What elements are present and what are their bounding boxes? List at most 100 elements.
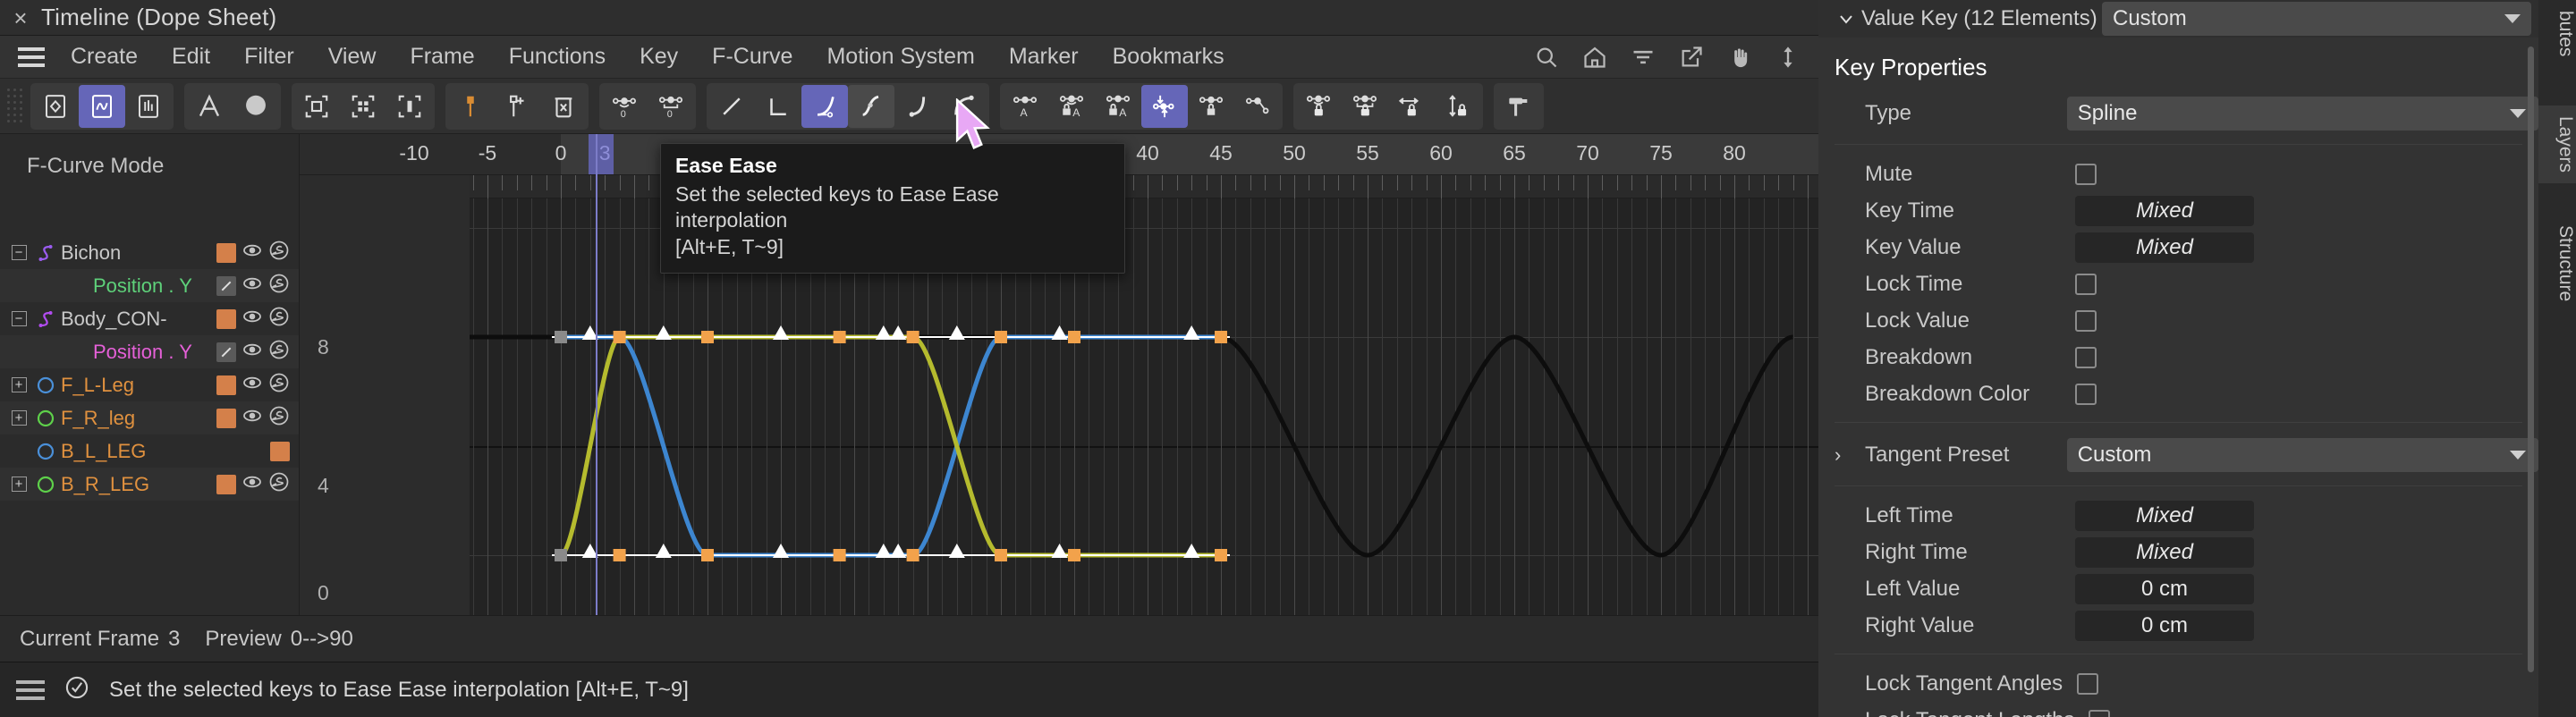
- color-swatch[interactable]: [270, 441, 290, 461]
- solo-icon[interactable]: [268, 339, 290, 365]
- zero-tangent-angle-button[interactable]: 0: [601, 85, 648, 128]
- menu-fcurve[interactable]: F-Curve: [695, 44, 809, 70]
- fit-vertical-icon[interactable]: [1775, 45, 1801, 70]
- home-icon[interactable]: [1582, 45, 1607, 70]
- close-icon[interactable]: ×: [0, 6, 41, 30]
- pen-swatch-icon[interactable]: [216, 342, 236, 362]
- auto-tangent-button[interactable]: A: [1002, 85, 1048, 128]
- track-row[interactable]: − Bichon: [0, 236, 299, 269]
- right-time-field[interactable]: Mixed: [2075, 537, 2254, 568]
- chevron-down-icon[interactable]: [1831, 8, 1861, 30]
- track-row[interactable]: Position . Y: [0, 335, 299, 368]
- color-swatch[interactable]: [216, 474, 236, 494]
- hand-icon[interactable]: [1727, 45, 1752, 70]
- solo-icon[interactable]: [268, 306, 290, 332]
- menu-view[interactable]: View: [311, 44, 394, 70]
- select-all-button[interactable]: [293, 85, 340, 128]
- color-swatch[interactable]: [216, 308, 236, 329]
- object-mode-button[interactable]: [233, 85, 279, 128]
- smooth-button[interactable]: [941, 85, 987, 128]
- preview-range[interactable]: 0-->90: [291, 627, 353, 652]
- menu-marker[interactable]: Marker: [992, 44, 1096, 70]
- expander-icon[interactable]: +: [7, 377, 30, 392]
- key-time-field[interactable]: Mixed: [2075, 196, 2254, 226]
- tangent-preset-dropdown[interactable]: Custom: [2066, 438, 2538, 472]
- expander-icon[interactable]: −: [7, 311, 30, 326]
- search-icon[interactable]: [1534, 45, 1559, 70]
- color-swatch[interactable]: [216, 242, 236, 263]
- zero-tangent-length-button[interactable]: 0: [648, 85, 694, 128]
- lock-horizontal-button[interactable]: [1388, 85, 1435, 128]
- lock-value-checkbox[interactable]: [2075, 310, 2097, 332]
- message-menu-icon[interactable]: [16, 679, 45, 700]
- properties-scrollbar[interactable]: [2528, 46, 2534, 672]
- breakdown-checkbox[interactable]: [2075, 347, 2097, 368]
- eye-icon[interactable]: [242, 240, 263, 266]
- eye-icon[interactable]: [242, 273, 263, 299]
- value-key-preset-dropdown[interactable]: Custom: [2102, 2, 2531, 36]
- break-tangent-button[interactable]: [1234, 85, 1281, 128]
- right-value-field[interactable]: 0 cm: [2075, 611, 2254, 641]
- menu-functions[interactable]: Functions: [492, 44, 623, 70]
- key-value-field[interactable]: Mixed: [2075, 232, 2254, 263]
- linear-interp-button[interactable]: [708, 85, 755, 128]
- value-key-header[interactable]: Value Key (12 Elements) Custom: [1818, 0, 2538, 38]
- mute-checkbox[interactable]: [2075, 164, 2097, 185]
- select-keys-button[interactable]: [340, 85, 386, 128]
- track-row[interactable]: + F_L-Leg: [0, 368, 299, 401]
- lock-auto-tangent-button[interactable]: A: [1048, 85, 1095, 128]
- filter-icon[interactable]: [1631, 45, 1656, 70]
- delete-key-button[interactable]: [540, 85, 587, 128]
- track-row[interactable]: B_L_LEG: [0, 434, 299, 468]
- expander-icon[interactable]: +: [7, 477, 30, 492]
- lock-tangent-a-button[interactable]: A: [1095, 85, 1141, 128]
- menu-edit[interactable]: Edit: [155, 44, 227, 70]
- lock-vertical-button[interactable]: [1435, 85, 1481, 128]
- track-row[interactable]: + F_R_leg: [0, 401, 299, 434]
- menu-key[interactable]: Key: [623, 44, 695, 70]
- lock-tangent-lengths-checkbox[interactable]: [2089, 710, 2111, 717]
- ease-in-button[interactable]: [801, 84, 848, 128]
- color-swatch[interactable]: [216, 375, 236, 395]
- eye-icon[interactable]: [242, 339, 263, 365]
- tangent-preset-expander-icon[interactable]: ›: [1835, 443, 1841, 467]
- left-time-field[interactable]: Mixed: [2075, 501, 2254, 531]
- expander-icon[interactable]: −: [7, 245, 30, 260]
- lock-tangent-button[interactable]: [1188, 85, 1234, 128]
- ease-ease-button[interactable]: [848, 84, 894, 128]
- color-swatch[interactable]: [216, 408, 236, 428]
- eye-icon[interactable]: [242, 405, 263, 431]
- align-tangent-button[interactable]: [1141, 84, 1188, 128]
- popout-icon[interactable]: [1679, 45, 1704, 70]
- menu-motion-system[interactable]: Motion System: [809, 44, 991, 70]
- select-range-button[interactable]: [386, 85, 433, 128]
- solo-icon[interactable]: [268, 273, 290, 299]
- paint-tangent-button[interactable]: [1496, 85, 1542, 128]
- eye-icon[interactable]: [242, 306, 263, 332]
- solo-icon[interactable]: [268, 372, 290, 398]
- menu-frame[interactable]: Frame: [393, 44, 491, 70]
- tab-structure[interactable]: Structure: [2538, 215, 2576, 312]
- track-row[interactable]: Position . Y: [0, 269, 299, 302]
- playhead[interactable]: [596, 134, 597, 615]
- dope-sheet-mode-button[interactable]: [32, 85, 79, 128]
- track-row[interactable]: + B_R_LEG: [0, 468, 299, 501]
- menu-filter[interactable]: Filter: [227, 44, 311, 70]
- type-dropdown[interactable]: Spline: [2066, 97, 2538, 131]
- tab-layers[interactable]: Layers: [2538, 105, 2576, 184]
- text-mode-button[interactable]: [186, 85, 233, 128]
- add-marker-button[interactable]: [447, 85, 494, 128]
- lock-length-button[interactable]: [1342, 85, 1388, 128]
- bar-sheet-mode-button[interactable]: [125, 85, 172, 128]
- toolbar-drag-handle[interactable]: [5, 85, 25, 128]
- solo-icon[interactable]: [268, 471, 290, 497]
- pen-swatch-icon[interactable]: [216, 275, 236, 296]
- expander-icon[interactable]: +: [7, 410, 30, 426]
- tab-attributes[interactable]: butes: [2538, 0, 2576, 67]
- lock-time-checkbox[interactable]: [2075, 274, 2097, 295]
- step-interp-button[interactable]: [755, 85, 801, 128]
- current-frame-value[interactable]: 3: [168, 627, 180, 652]
- eye-icon[interactable]: [242, 372, 263, 398]
- solo-icon[interactable]: [268, 405, 290, 431]
- lock-tangent-angles-checkbox[interactable]: [2077, 673, 2099, 695]
